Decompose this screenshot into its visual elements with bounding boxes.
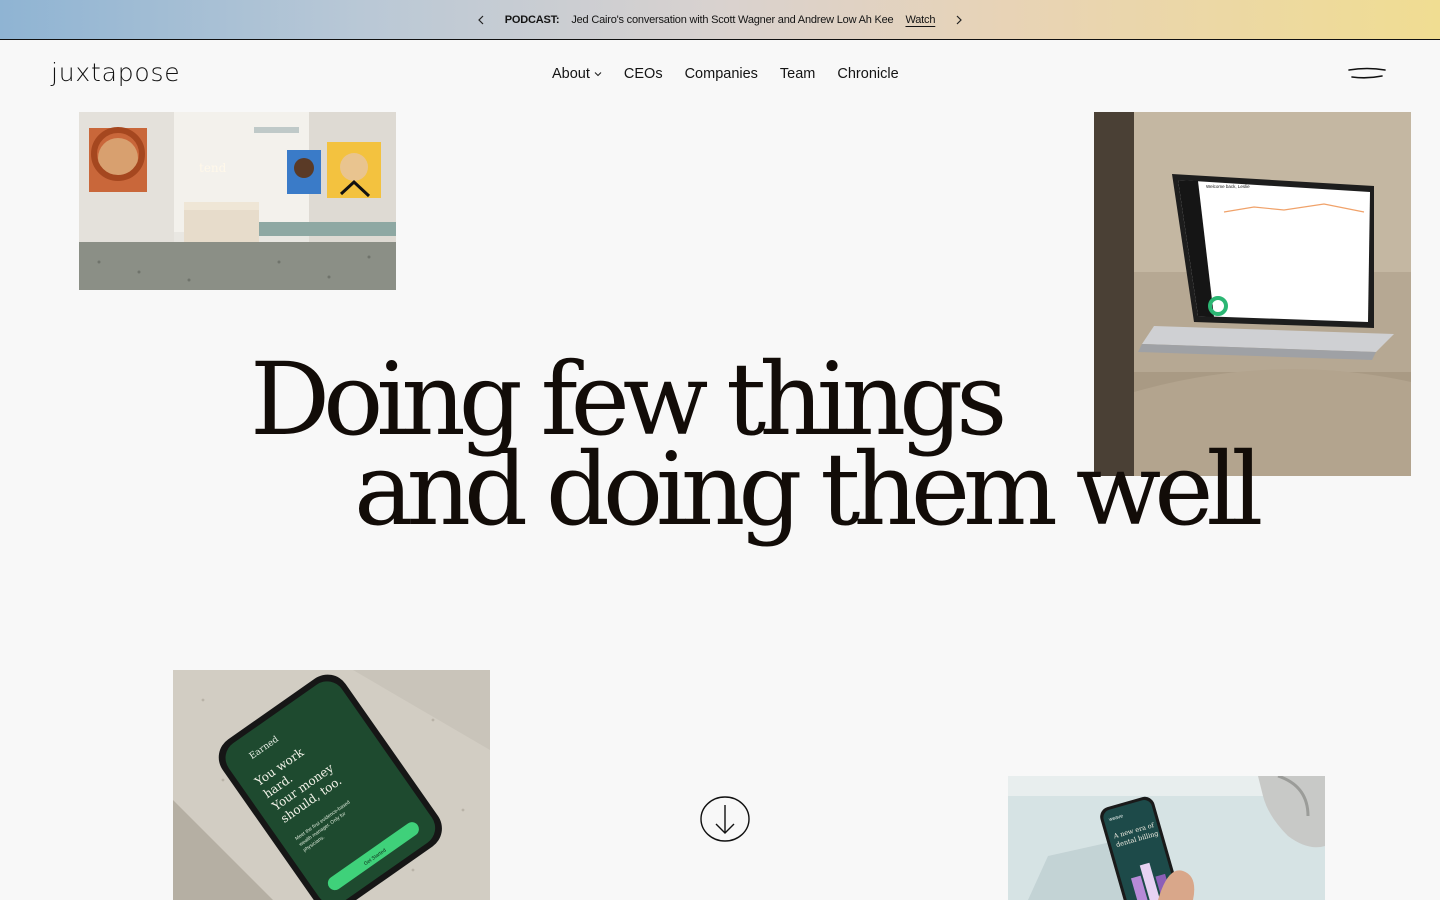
hero-headline-line1: Doing few things (250, 341, 1007, 458)
nav-item-chronicle[interactable]: Chronicle (837, 66, 898, 82)
chevron-right-icon[interactable] (949, 10, 969, 30)
site-logo[interactable]: juxtapose (51, 58, 180, 87)
arrow-down-circle-icon[interactable] (699, 795, 751, 843)
nav-item-about[interactable]: About (552, 66, 602, 82)
nav-item-team[interactable]: Team (780, 66, 815, 82)
nav-item-ceos[interactable]: CEOs (624, 66, 663, 82)
chevron-left-icon[interactable] (471, 10, 491, 30)
hamburger-menu-icon[interactable] (1346, 66, 1388, 82)
announcement-message: Jed Cairo's conversation with Scott Wagn… (571, 13, 894, 26)
watch-link[interactable]: Watch (905, 14, 935, 26)
nav-item-label: About (552, 66, 590, 82)
nav-item-companies[interactable]: Companies (685, 66, 758, 82)
announcement-tag: PODCAST: (504, 13, 560, 26)
hand-phone-photo: weave A new era of dental billing (1008, 776, 1325, 900)
lobby-photo: tend (79, 112, 396, 290)
laptop-photo: Welcome back, Leslie (1094, 112, 1411, 476)
chevron-down-icon (594, 72, 602, 77)
lobby-sign: tend (199, 161, 227, 175)
announcement-bar: PODCAST: Jed Cairo's conversation with S… (0, 0, 1440, 40)
site-header: juxtapose About CEOs Companies Team Chro… (0, 40, 1440, 112)
laptop-greeting: Welcome back, Leslie (1206, 184, 1250, 189)
phone-photo: Earned You work hard. Your money should,… (173, 670, 490, 900)
main-nav: About CEOs Companies Team Chronicle (552, 66, 899, 82)
